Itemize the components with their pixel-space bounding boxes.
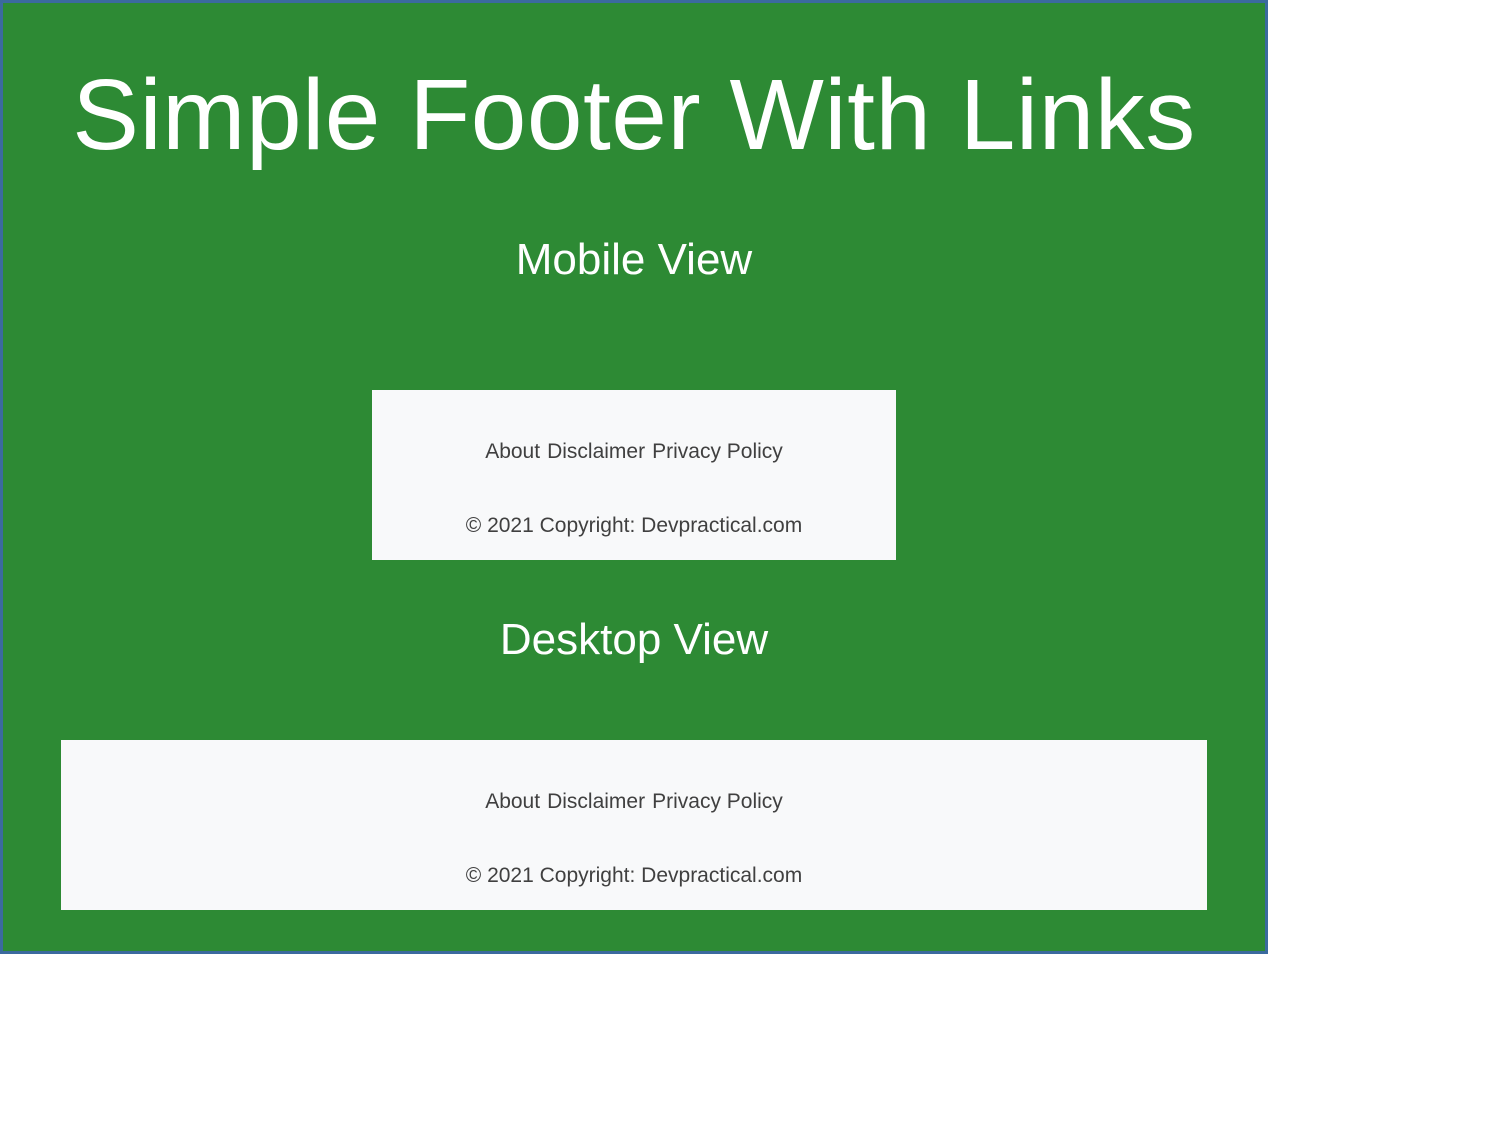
page-title: Simple Footer With Links — [72, 58, 1195, 173]
footer-desktop-copyright: © 2021 Copyright: Devpractical.com — [466, 864, 802, 888]
desktop-view-heading: Desktop View — [500, 615, 768, 665]
footer-mobile-copyright: © 2021 Copyright: Devpractical.com — [466, 514, 802, 538]
footer-link-about[interactable]: About — [485, 440, 540, 464]
footer-link-privacy[interactable]: Privacy Policy — [652, 790, 783, 814]
footer-link-disclaimer[interactable]: Disclaimer — [547, 440, 645, 464]
footer-desktop: About Disclaimer Privacy Policy © 2021 C… — [61, 740, 1207, 910]
footer-mobile: About Disclaimer Privacy Policy © 2021 C… — [372, 390, 896, 560]
footer-link-about[interactable]: About — [485, 790, 540, 814]
footer-mobile-links: About Disclaimer Privacy Policy — [485, 440, 783, 464]
mobile-view-heading: Mobile View — [516, 235, 752, 285]
footer-link-privacy[interactable]: Privacy Policy — [652, 440, 783, 464]
footer-desktop-links: About Disclaimer Privacy Policy — [485, 790, 783, 814]
footer-link-disclaimer[interactable]: Disclaimer — [547, 790, 645, 814]
example-canvas: Simple Footer With Links Mobile View Abo… — [0, 0, 1268, 954]
